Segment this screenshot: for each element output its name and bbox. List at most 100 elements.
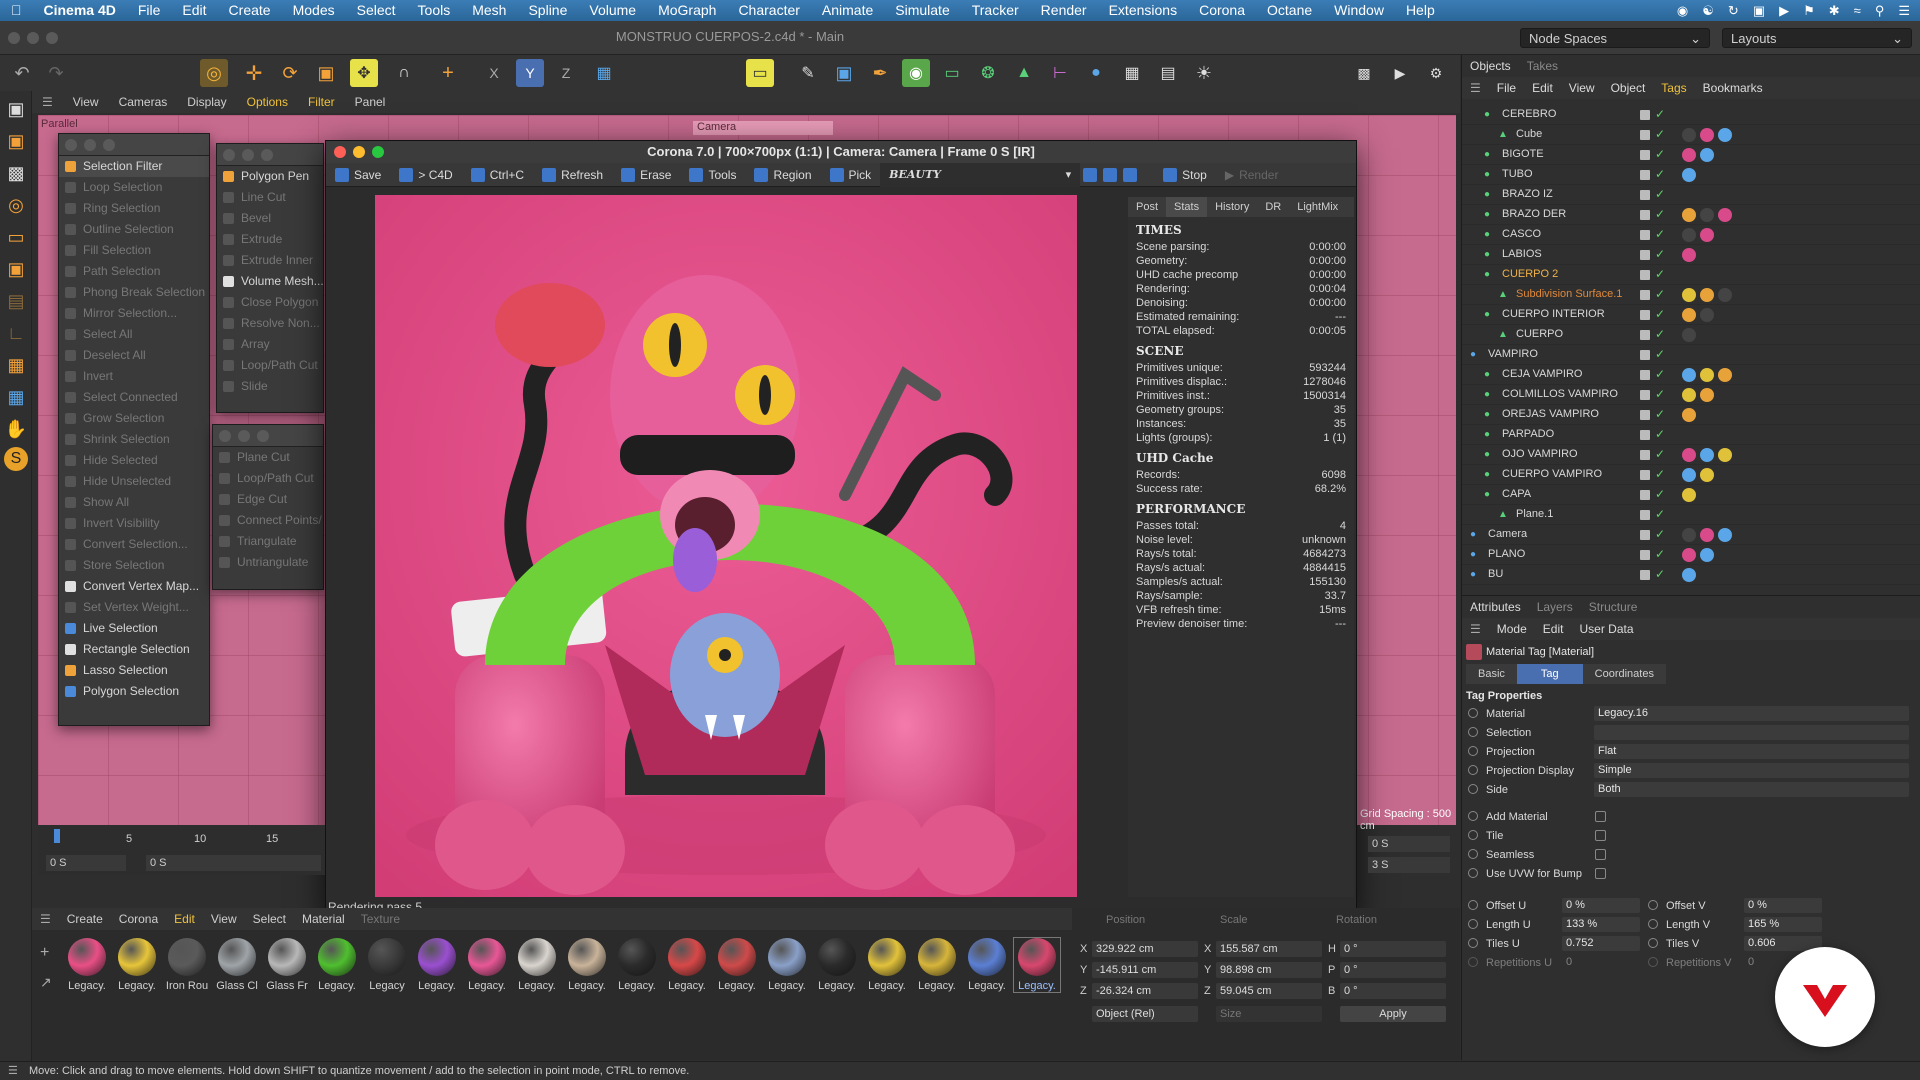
property-value-field[interactable]: Simple [1594,763,1909,778]
material-tag-icon[interactable] [1682,448,1696,462]
tweak-icon[interactable]: ✋ [2,415,30,443]
material-tag-icon[interactable] [1682,248,1696,262]
layer-toggle[interactable] [1640,270,1650,280]
keyframe-dot[interactable] [1468,708,1478,718]
keyframe-dot[interactable] [1648,938,1658,948]
current-frame-field[interactable]: 0 S [146,855,321,871]
world-coord-icon[interactable]: ▦ [590,59,618,87]
display-icon[interactable]: ▣ [1753,3,1765,19]
material-tag-icon[interactable] [1700,528,1714,542]
menu-mesh[interactable]: Mesh [461,0,517,21]
property-value-field[interactable] [1594,725,1909,740]
render-minimize-button[interactable] [353,146,365,158]
position-x-field[interactable]: 329.922 cm [1092,941,1198,957]
texture-mode-icon[interactable]: ▩ [2,159,30,187]
menu-item[interactable]: Convert Vertex Map... [59,576,209,597]
visibility-check-icon[interactable]: ✓ [1655,367,1665,381]
erase-button[interactable]: Erase [612,163,680,187]
redo-icon[interactable]: ↷ [42,59,70,87]
menu-file[interactable]: File [127,0,172,21]
checkbox[interactable] [1595,868,1606,879]
length-v-field[interactable]: 165 % [1744,917,1822,932]
tiles-u-field[interactable]: 0.752 [1562,936,1640,951]
object-row[interactable]: ● LABIOS ✓ [1462,245,1920,265]
menu-item[interactable]: Array [217,334,323,355]
menu-animate[interactable]: Animate [811,0,884,21]
undo-icon[interactable]: ↶ [8,59,36,87]
render-close-button[interactable] [334,146,346,158]
panel-minimize-button[interactable] [242,149,254,161]
fracture-icon[interactable]: ▲ [1010,59,1038,87]
object-row[interactable]: ● BRAZO DER ✓ [1462,205,1920,225]
visibility-check-icon[interactable]: ✓ [1655,147,1665,161]
menu-item[interactable]: Phong Break Selection [59,282,209,303]
material-tag-icon[interactable] [1700,388,1714,402]
visibility-check-icon[interactable]: ✓ [1655,307,1665,321]
menu-item[interactable]: Ring Selection [59,198,209,219]
material-tag-icon[interactable] [1682,228,1696,242]
spline-pen-icon[interactable]: ✒ [866,59,894,87]
visibility-check-icon[interactable]: ✓ [1655,547,1665,561]
sync-icon[interactable]: ↻ [1728,3,1739,19]
material-tag-icon[interactable] [1682,328,1696,342]
material-swatch[interactable]: Legacy. [414,938,460,992]
visibility-check-icon[interactable]: ✓ [1655,567,1665,581]
visibility-check-icon[interactable]: ✓ [1655,507,1665,521]
visibility-check-icon[interactable]: ✓ [1655,527,1665,541]
move-icon[interactable]: ✛ [240,59,268,87]
menu-help[interactable]: Help [1395,0,1446,21]
node-spaces-dropdown[interactable]: Node Spaces ⌄ [1520,28,1710,48]
menu-item[interactable]: Loop/Path Cut [213,468,323,489]
menu-item[interactable]: Lasso Selection [59,660,209,681]
material-tag-icon[interactable] [1682,288,1696,302]
object-row[interactable]: ● PLANO ✓ [1462,545,1920,565]
axis-mode-icon[interactable]: ∟ [2,319,30,347]
objects-menu-view[interactable]: View [1561,81,1603,95]
end-frame-field-b[interactable]: 3 S [1368,857,1450,873]
camera-icon[interactable]: ▤ [1154,59,1182,87]
menu-item[interactable]: Live Selection [59,618,209,639]
rotation-b-field[interactable]: 0 ° [1340,983,1446,999]
wifi-icon[interactable]: ≈ [1854,3,1861,18]
tab-layers[interactable]: Layers [1529,600,1581,614]
layer-toggle[interactable] [1640,290,1650,300]
visibility-check-icon[interactable]: ✓ [1655,247,1665,261]
panel-close-button[interactable] [223,149,235,161]
z-axis-lock-icon[interactable]: Z [552,59,580,87]
viewport-menu-panel[interactable]: Panel [345,91,396,113]
keyframe-dot[interactable] [1468,919,1478,929]
menu-item[interactable]: Polygon Pen [217,166,323,187]
material-menu-material[interactable]: Material [294,908,353,930]
arrow-icon[interactable]: ↗ [40,974,52,991]
scale-icon[interactable]: ▣ [312,59,340,87]
material-tag-icon[interactable] [1700,288,1714,302]
apply-button[interactable]: Apply [1340,1006,1446,1022]
layer-toggle[interactable] [1640,370,1650,380]
layer-toggle[interactable] [1640,130,1650,140]
attributes-menu-userdata[interactable]: User Data [1571,622,1641,636]
material-swatch[interactable]: Legacy. [564,938,610,992]
menu-tools[interactable]: Tools [407,0,462,21]
tab-history[interactable]: History [1207,197,1257,217]
menu-item[interactable]: Plane Cut [213,447,323,468]
menu-item[interactable]: Triangulate [213,531,323,552]
tab-attributes[interactable]: Attributes [1462,600,1529,614]
points-mode-icon[interactable]: ◎ [2,191,30,219]
scale-x-field[interactable]: 155.587 cm [1216,941,1322,957]
material-tag-icon[interactable] [1700,128,1714,142]
layer-toggle[interactable] [1640,110,1650,120]
copy-button[interactable]: Ctrl+C [462,163,533,187]
render-picture-viewer-icon[interactable]: ▶ [1386,59,1414,87]
material-tag-icon[interactable] [1718,128,1732,142]
layer-toggle[interactable] [1640,550,1650,560]
render-settings-icon[interactable]: ⚙ [1422,59,1450,87]
render-region-icon[interactable]: ▭ [746,59,774,87]
material-tag-icon[interactable] [1718,528,1732,542]
layer-toggle[interactable] [1640,330,1650,340]
object-row[interactable]: ● COLMILLOS VAMPIRO ✓ [1462,385,1920,405]
material-tag-icon[interactable] [1718,288,1732,302]
menu-item[interactable]: Loop Selection [59,177,209,198]
object-row[interactable]: ● CUERPO VAMPIRO ✓ [1462,465,1920,485]
objects-menu-object[interactable]: Object [1603,81,1654,95]
panel-zoom-button[interactable] [257,430,269,442]
